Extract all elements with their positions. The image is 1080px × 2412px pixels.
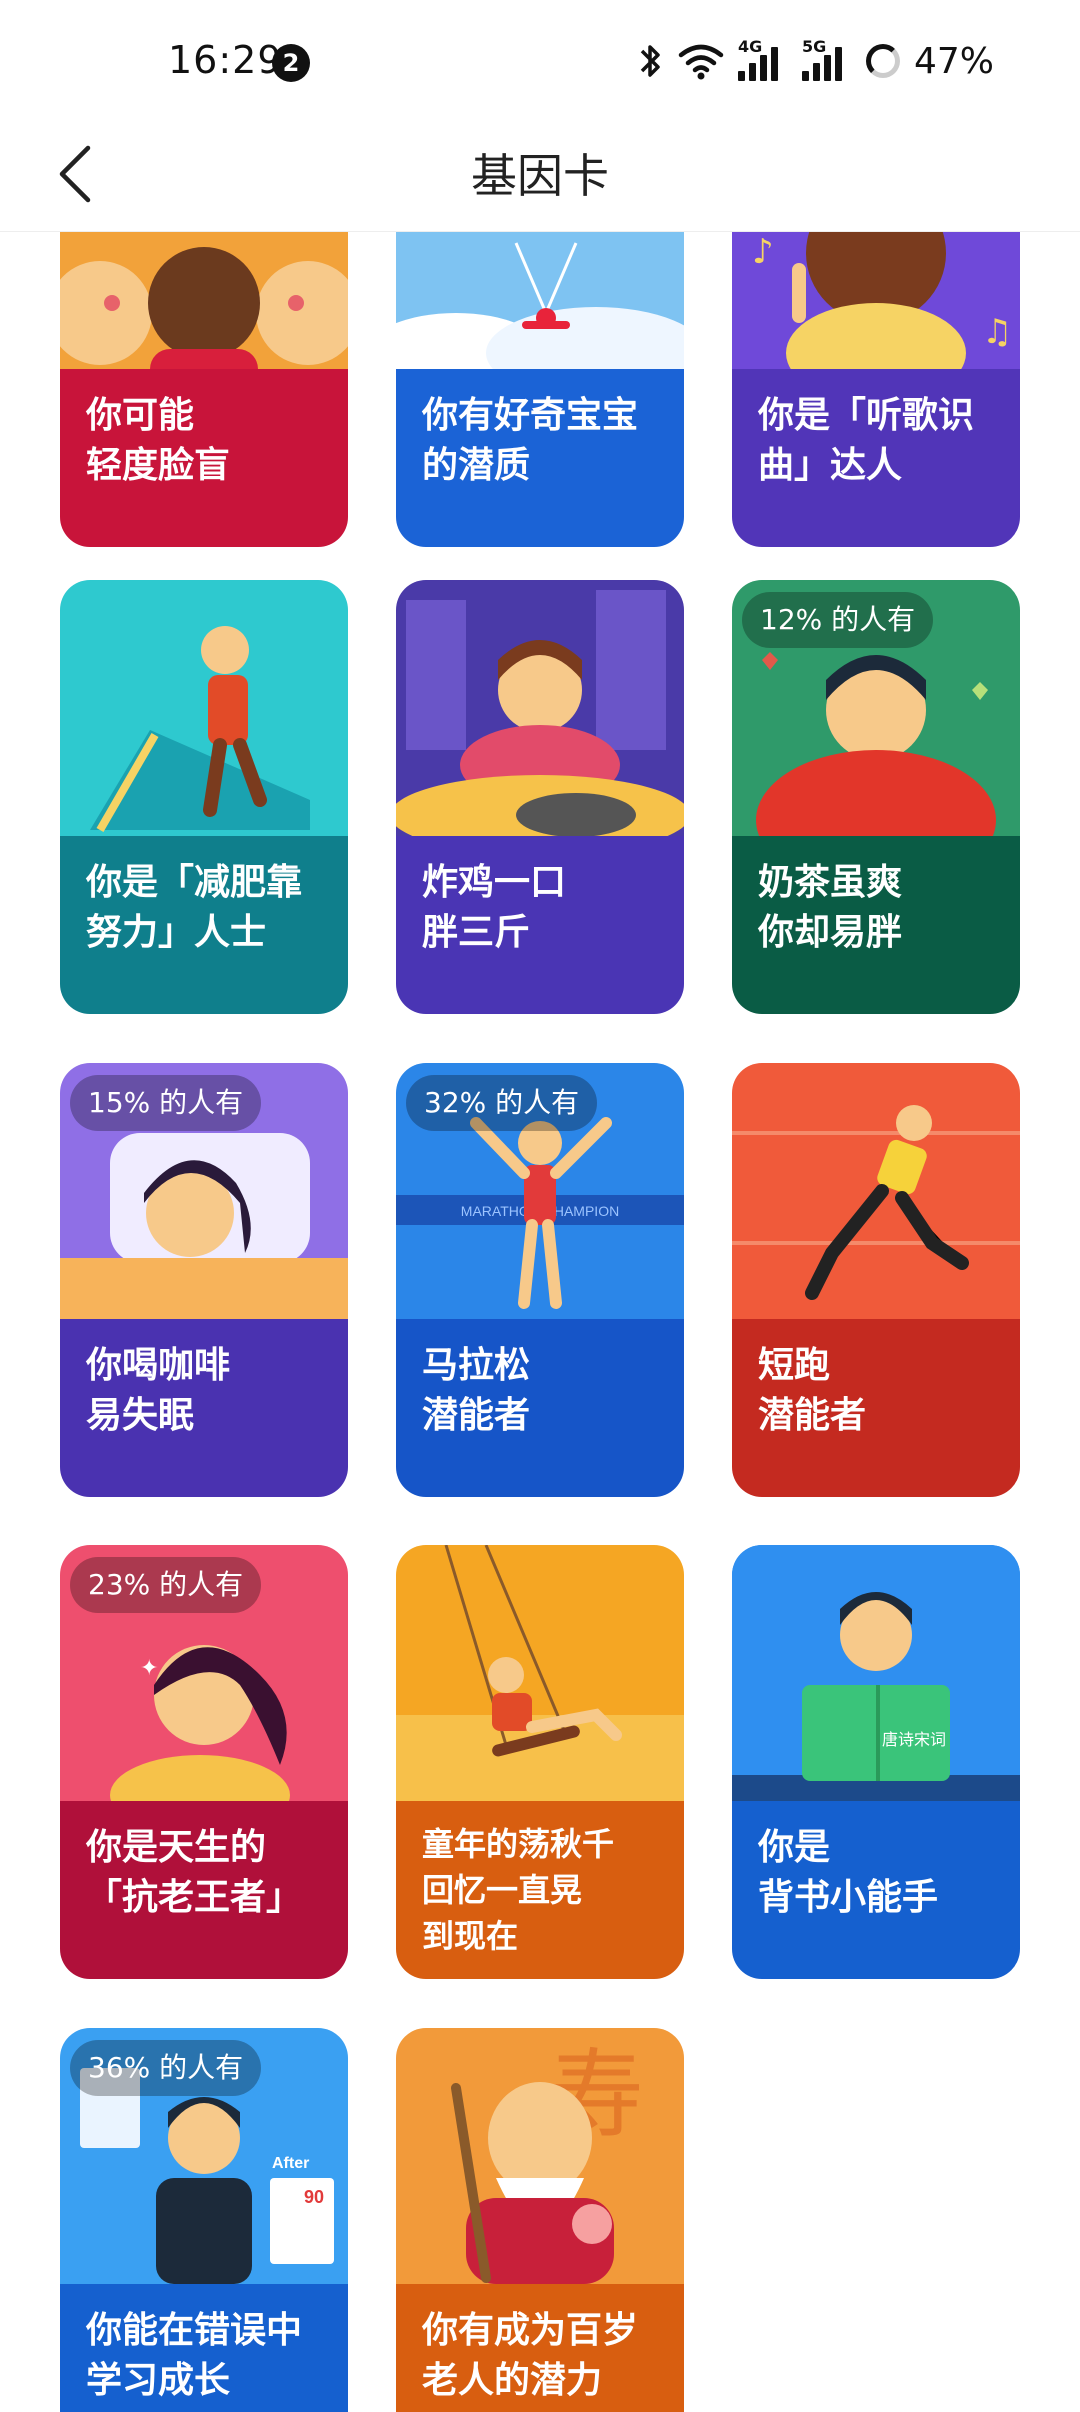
gene-card-sprint[interactable]: 短跑 潜能者 — [732, 1063, 1020, 1497]
card-caption: 你有好奇宝宝 的潜质 — [396, 369, 684, 547]
card-caption: 童年的荡秋千 回忆一直晃 到现在 — [396, 1801, 684, 1979]
card-caption: 短跑 潜能者 — [732, 1319, 1020, 1497]
notification-count-badge: 2 — [272, 44, 310, 82]
card-illustration — [396, 580, 684, 836]
battery-level: 47% — [913, 40, 994, 82]
card-illustration — [60, 580, 348, 836]
percentage-badge: 23% 的人有 — [70, 1557, 262, 1613]
card-caption: 马拉松 潜能者 — [396, 1319, 684, 1497]
card-caption: 你是 背书小能手 — [732, 1801, 1020, 1979]
gene-card-milk-tea[interactable]: 12% 的人有 奶茶虽爽 你却易胖 — [732, 580, 1020, 1014]
gene-card-swing[interactable]: 童年的荡秋千 回忆一直晃 到现在 — [396, 1545, 684, 1979]
status-time: 16:29 — [168, 38, 283, 82]
gene-card-marathon[interactable]: 32% 的人有 MARATHON CHAMPION 马拉松 潜能者 — [396, 1063, 684, 1497]
signal-4g-icon: 4G — [737, 37, 788, 81]
gene-card-recite[interactable]: 唐诗宋词 你是 背书小能手 — [732, 1545, 1020, 1979]
svg-text:♪: ♪ — [752, 232, 774, 272]
page-title: 基因卡 — [471, 149, 609, 203]
card-caption: 你是「听歌识 曲」达人 — [732, 369, 1020, 547]
card-illustration: 唐诗宋词 — [732, 1545, 1020, 1801]
card-caption: 你是「减肥靠 努力」人士 — [60, 836, 348, 1014]
gene-card-coffee[interactable]: 15% 的人有 你喝咖啡 易失眠 — [60, 1063, 348, 1497]
svg-text:✦: ✦ — [140, 1656, 158, 1681]
card-illustration: 寿 — [396, 2028, 684, 2284]
card-caption: 你能在错误中 学习成长 — [60, 2284, 348, 2412]
book-title-text: 唐诗宋词 — [882, 1731, 946, 1749]
card-illustration — [396, 232, 684, 369]
card-illustration — [732, 1063, 1020, 1319]
after-label: After — [272, 2155, 309, 2172]
card-illustration — [60, 232, 348, 369]
percentage-badge: 12% 的人有 — [742, 592, 934, 648]
card-illustration — [396, 1545, 684, 1801]
percentage-badge: 36% 的人有 — [70, 2040, 262, 2096]
card-caption: 奶茶虽爽 你却易胖 — [732, 836, 1020, 1014]
gene-card-diet[interactable]: 你是「减肥靠 努力」人士 — [60, 580, 348, 1014]
card-caption: 你可能 轻度脸盲 — [60, 369, 348, 547]
card-caption: 你喝咖啡 易失眠 — [60, 1319, 348, 1497]
percentage-badge: 32% 的人有 — [406, 1075, 598, 1131]
gene-card-fried-chicken[interactable]: 炸鸡一口 胖三斤 — [396, 580, 684, 1014]
card-caption: 你有成为百岁 老人的潜力 — [396, 2284, 684, 2412]
bluetooth-icon — [638, 41, 664, 81]
gene-card-anti-aging[interactable]: 23% 的人有 ✦ 你是天生的 「抗老王者」 — [60, 1545, 348, 1979]
status-icons: 4G 5G 47% — [638, 36, 994, 86]
gene-card-grid: 你可能 轻度脸盲 你有好奇宝宝 的潜质 ♪ ♫ 你是「听歌识 曲」达人 你是「减… — [0, 232, 1080, 2412]
svg-text:♫: ♫ — [982, 312, 1012, 352]
gene-card-face-blind[interactable]: 你可能 轻度脸盲 — [60, 232, 348, 547]
status-bar: 16:29 2 4G 5G 47% — [0, 0, 1080, 120]
gene-card-centenarian[interactable]: 寿 你有成为百岁 老人的潜力 — [396, 2028, 684, 2412]
wifi-icon — [678, 42, 724, 80]
card-illustration: ♪ ♫ — [732, 232, 1020, 369]
app-header: 基因卡 — [0, 120, 1080, 232]
percentage-badge: 15% 的人有 — [70, 1075, 262, 1131]
signal-5g-icon: 5G — [801, 37, 852, 81]
gene-card-song[interactable]: ♪ ♫ 你是「听歌识 曲」达人 — [732, 232, 1020, 547]
card-caption: 你是天生的 「抗老王者」 — [60, 1801, 348, 1979]
gene-card-curious[interactable]: 你有好奇宝宝 的潜质 — [396, 232, 684, 547]
after-score: 90 — [304, 2187, 324, 2207]
battery-ring-icon — [865, 44, 900, 78]
card-caption: 炸鸡一口 胖三斤 — [396, 836, 684, 1014]
gene-card-learn-mistakes[interactable]: 36% 的人有 After 90 你能在错误中 学习成长 — [60, 2028, 348, 2412]
